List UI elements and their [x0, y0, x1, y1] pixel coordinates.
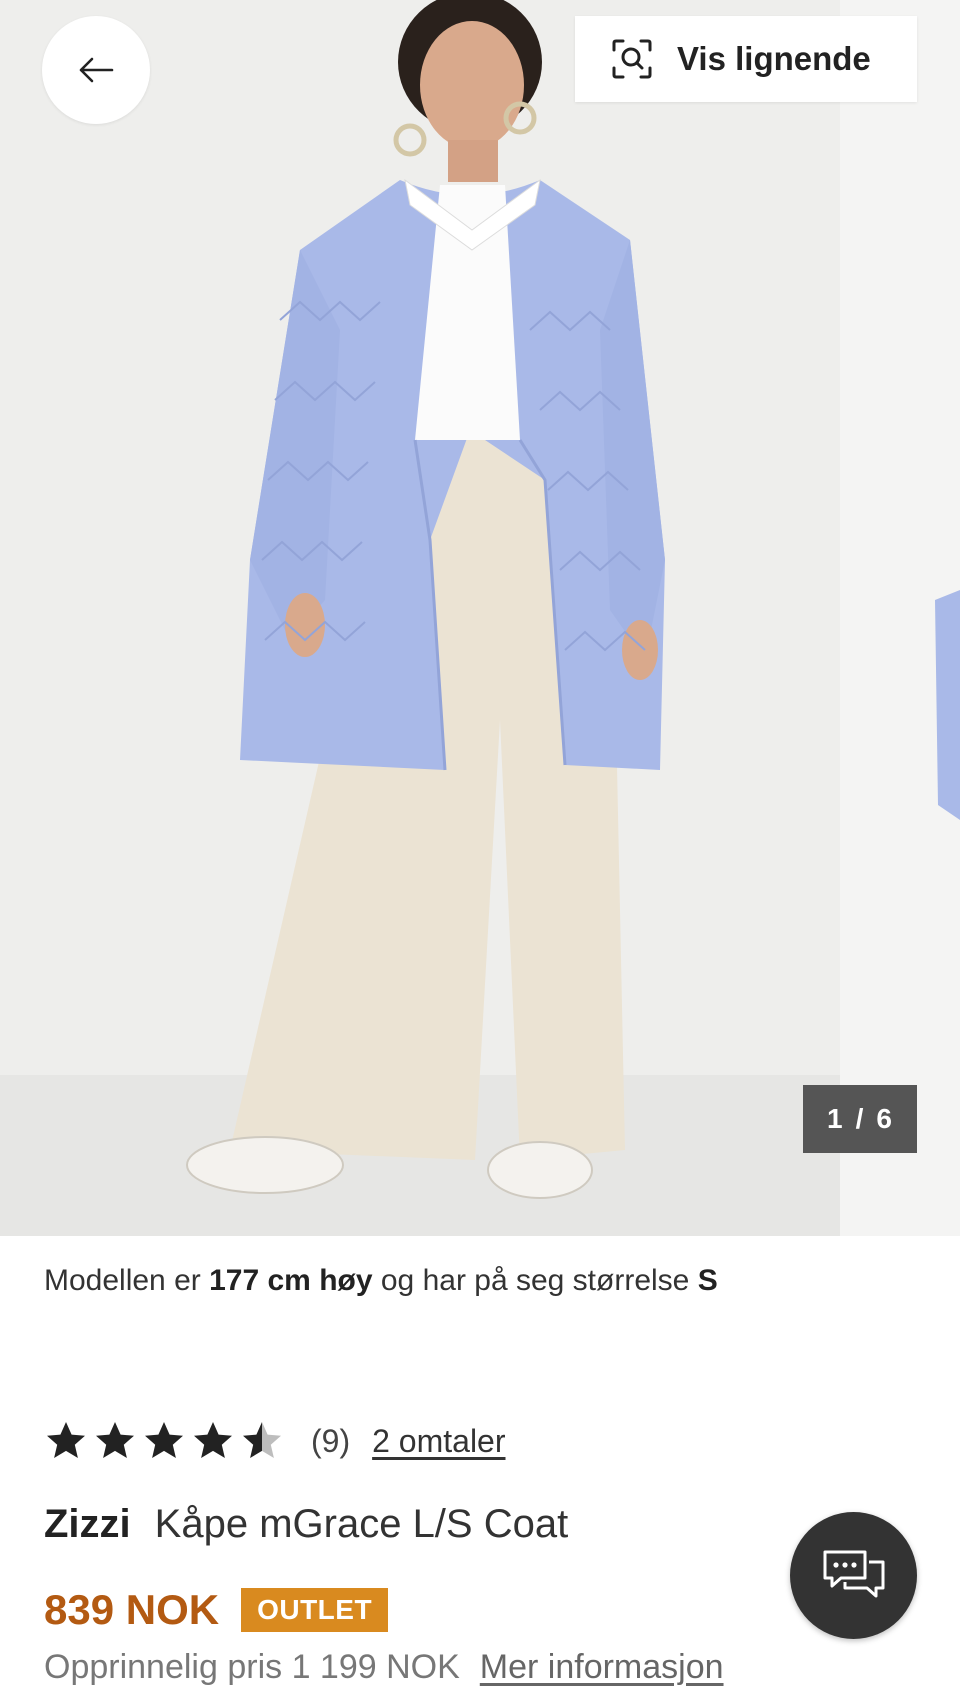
- similar-products-button[interactable]: Vis lignende: [575, 16, 917, 102]
- model-info-prefix: Modellen er: [44, 1264, 201, 1297]
- star-icon: [194, 1422, 232, 1458]
- model-size: S: [697, 1264, 718, 1297]
- counter-separator: /: [855, 1103, 865, 1134]
- chat-button[interactable]: [790, 1512, 917, 1639]
- product-title: Zizzi Kåpe mGrace L/S Coat: [44, 1502, 568, 1547]
- arrow-left-icon: [79, 57, 114, 83]
- star-icon: [145, 1422, 183, 1458]
- outlet-badge: OUTLET: [241, 1588, 389, 1632]
- product-rating: (9) 2 omtaler: [44, 1414, 506, 1468]
- model-info-middle: og har på seg størrelse: [380, 1264, 690, 1297]
- next-photo-peek[interactable]: [840, 0, 960, 1236]
- current-image-number: 1: [827, 1103, 844, 1134]
- star-icon: [96, 1422, 134, 1458]
- back-button[interactable]: [42, 16, 150, 124]
- star-icon: [243, 1422, 281, 1458]
- rating-stars: [44, 1419, 289, 1463]
- visual-search-icon: [612, 39, 652, 79]
- model-size-info: Modellen er 177 cm høy og har på seg stø…: [44, 1264, 718, 1298]
- chat-bubbles-icon: [823, 1550, 884, 1597]
- product-photo[interactable]: [0, 0, 840, 1236]
- product-image-gallery[interactable]: Vis lignende 1 / 6: [0, 0, 960, 1236]
- image-counter: 1 / 6: [803, 1085, 917, 1153]
- more-info-link[interactable]: Mer informasjon: [480, 1648, 724, 1686]
- original-price-row: Opprinnelig pris 1 199 NOK Mer informasjo…: [44, 1648, 724, 1687]
- product-brand: Zizzi: [44, 1502, 131, 1546]
- total-image-count: 6: [876, 1103, 893, 1134]
- similar-products-label: Vis lignende: [677, 40, 871, 77]
- original-price: Opprinnelig pris 1 199 NOK: [44, 1648, 460, 1686]
- model-height: 177 cm høy: [209, 1264, 373, 1297]
- product-name: Kåpe mGrace L/S Coat: [154, 1502, 569, 1546]
- current-price: 839 NOK: [44, 1586, 220, 1633]
- star-icon: [47, 1422, 85, 1458]
- rating-count: (9): [311, 1422, 351, 1459]
- reviews-link[interactable]: 2 omtaler: [372, 1423, 505, 1460]
- price-row: 839 NOK OUTLET: [44, 1586, 389, 1634]
